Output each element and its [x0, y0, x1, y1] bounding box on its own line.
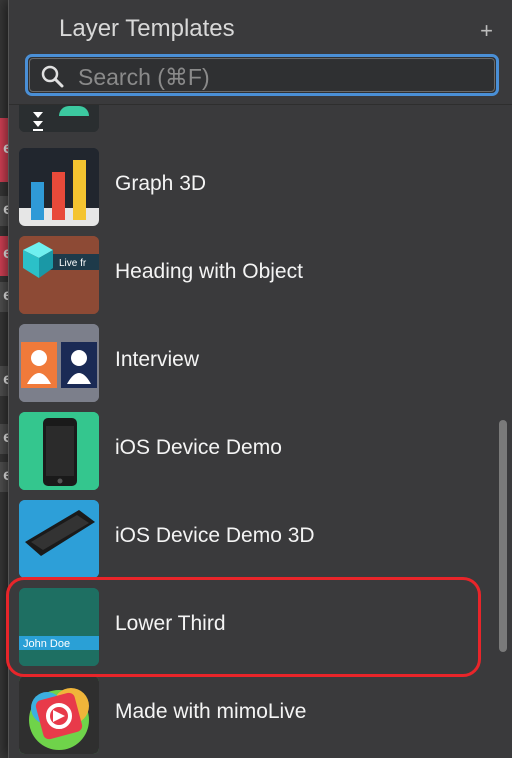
template-label: iOS Device Demo 3D	[115, 524, 315, 547]
popover-header: Layer Templates +	[9, 0, 512, 105]
template-label: Heading with Object	[115, 260, 303, 283]
template-label: Lower Third	[115, 612, 226, 635]
panel-title: Layer Templates	[59, 15, 235, 42]
interview-thumbnail	[19, 324, 99, 402]
list-item[interactable]: John Doe Lower Third	[9, 584, 495, 672]
search-field[interactable]	[25, 54, 499, 96]
lower-third-thumbnail: John Doe	[19, 588, 99, 666]
ios-device-demo-3d-thumbnail	[19, 500, 99, 578]
search-input[interactable]	[76, 61, 490, 93]
template-label: Made with mimoLive	[115, 700, 307, 723]
scrollbar-thumb[interactable]	[499, 420, 507, 652]
heading-with-object-thumbnail: Live fr	[19, 236, 99, 314]
template-label: Graph 3D	[115, 172, 207, 195]
graph-3d-thumbnail	[19, 148, 99, 226]
ios-device-demo-thumbnail	[19, 412, 99, 490]
template-list: Graph 3D Live fr Heading with Object Int…	[9, 104, 495, 758]
layer-templates-popover: Layer Templates + Search (⌘F) Graph 3D L…	[8, 0, 512, 758]
list-item[interactable]: iOS Device Demo 3D	[9, 496, 495, 584]
thumb-caption: Live fr	[59, 258, 87, 269]
template-label: Interview	[115, 348, 200, 371]
list-item[interactable]: iOS Device Demo	[9, 408, 495, 496]
template-thumbnail	[19, 104, 99, 132]
thumb-caption: John Doe	[23, 638, 70, 650]
list-item[interactable]: Interview	[9, 320, 495, 408]
list-item[interactable]	[9, 104, 495, 138]
search-icon	[41, 65, 64, 88]
list-item[interactable]: Graph 3D	[9, 144, 495, 232]
add-template-button[interactable]: +	[480, 18, 493, 44]
list-item[interactable]: Live fr Heading with Object	[9, 232, 495, 320]
vertical-scrollbar[interactable]	[495, 104, 511, 758]
made-with-mimolive-thumbnail	[19, 676, 99, 754]
list-item[interactable]: Made with mimoLive	[9, 672, 495, 758]
template-label: iOS Device Demo	[115, 436, 282, 459]
